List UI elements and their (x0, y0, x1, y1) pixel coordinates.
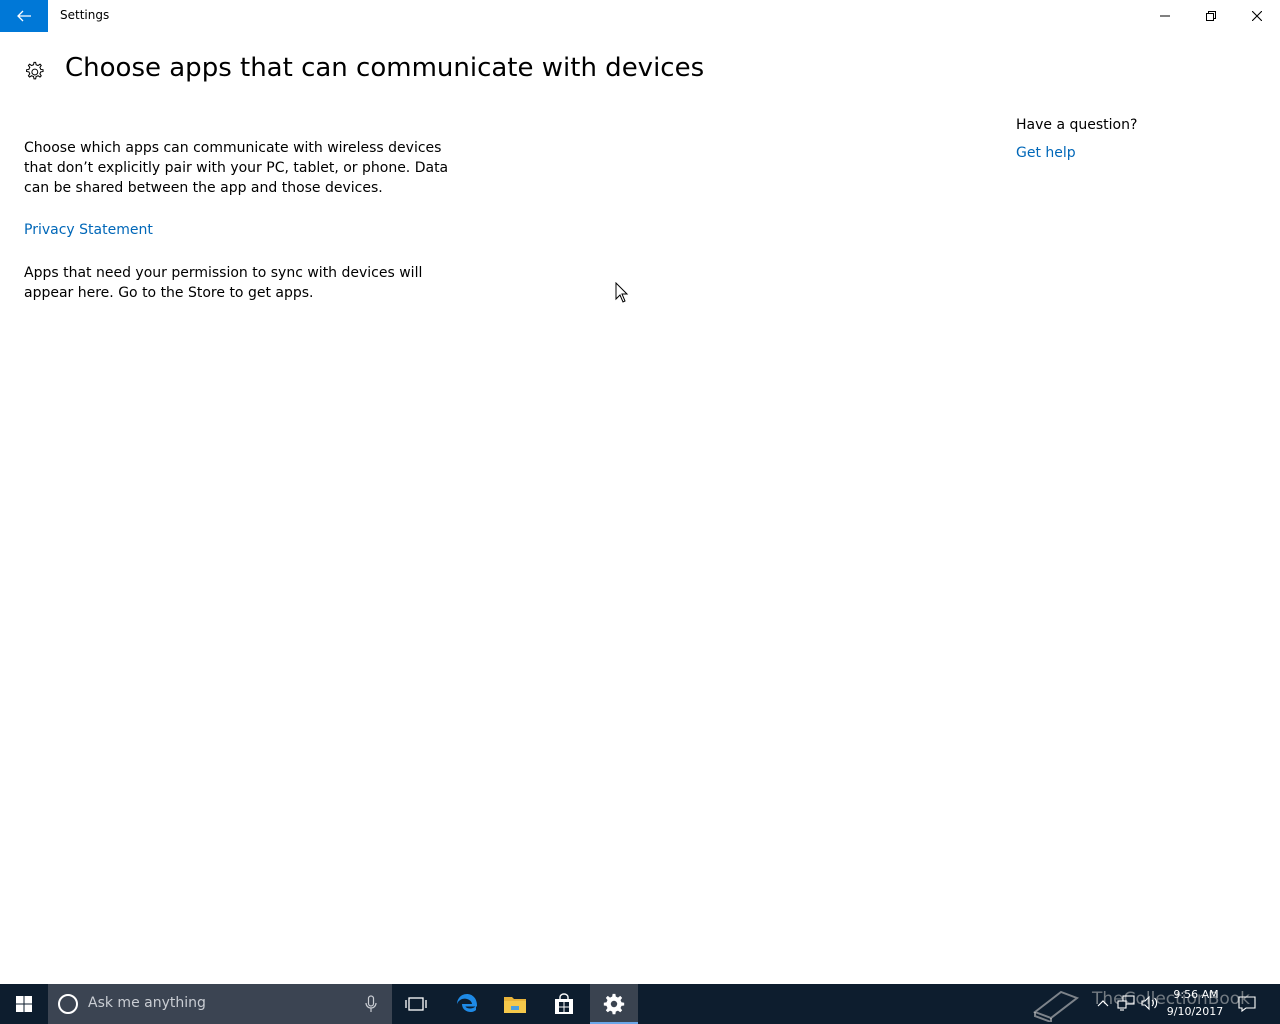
page-title: Choose apps that can communicate with de… (65, 53, 705, 83)
minimize-icon (1160, 15, 1170, 17)
task-view-icon (405, 997, 427, 1011)
window-title: Settings (60, 8, 110, 22)
taskbar-edge-button[interactable] (443, 984, 491, 1024)
settings-gear-icon (603, 993, 625, 1015)
taskbar-settings-button[interactable] (590, 984, 638, 1024)
network-icon[interactable] (1117, 994, 1135, 1012)
cortana-icon (58, 994, 78, 1014)
empty-apps-message: Apps that need your permission to sync w… (24, 265, 423, 301)
watermark-book-icon (1030, 984, 1082, 1024)
task-view-button[interactable] (392, 984, 440, 1024)
minimize-button[interactable] (1142, 0, 1188, 32)
taskbar-store-button[interactable] (540, 984, 588, 1024)
back-button[interactable] (0, 0, 48, 32)
windows-logo-icon (16, 996, 32, 1012)
action-center-icon[interactable] (1238, 995, 1256, 1013)
help-question: Have a question? (1016, 117, 1138, 133)
close-icon (1252, 11, 1262, 21)
volume-icon[interactable] (1141, 994, 1159, 1012)
start-button[interactable] (0, 984, 48, 1024)
show-hidden-icons-chevron-icon[interactable] (1094, 994, 1112, 1012)
back-arrow-icon (17, 10, 31, 22)
page-description: Choose which apps can communicate with w… (24, 140, 449, 196)
restore-icon (1206, 11, 1216, 21)
clock-date[interactable]: 9/10/2017 (1164, 1004, 1226, 1020)
title-bar: Settings (0, 0, 1280, 32)
clock-time[interactable]: 9:56 AM (1168, 987, 1224, 1003)
privacy-statement-link[interactable]: Privacy Statement (24, 222, 153, 238)
store-bag-icon (555, 993, 573, 1014)
restore-button[interactable] (1188, 0, 1234, 32)
taskbar: Ask me anything TheCollectionBook 9:56 A… (0, 984, 1280, 1024)
taskbar-file-explorer-button[interactable] (491, 984, 539, 1024)
close-button[interactable] (1234, 0, 1280, 32)
mouse-cursor-icon (615, 282, 629, 303)
folder-icon (504, 997, 526, 1013)
search-placeholder: Ask me anything (88, 995, 206, 1011)
edge-icon (457, 994, 478, 1012)
get-help-link[interactable]: Get help (1016, 145, 1076, 161)
search-box[interactable]: Ask me anything (48, 984, 392, 1024)
microphone-icon[interactable] (364, 995, 378, 1013)
gear-icon (26, 61, 44, 80)
